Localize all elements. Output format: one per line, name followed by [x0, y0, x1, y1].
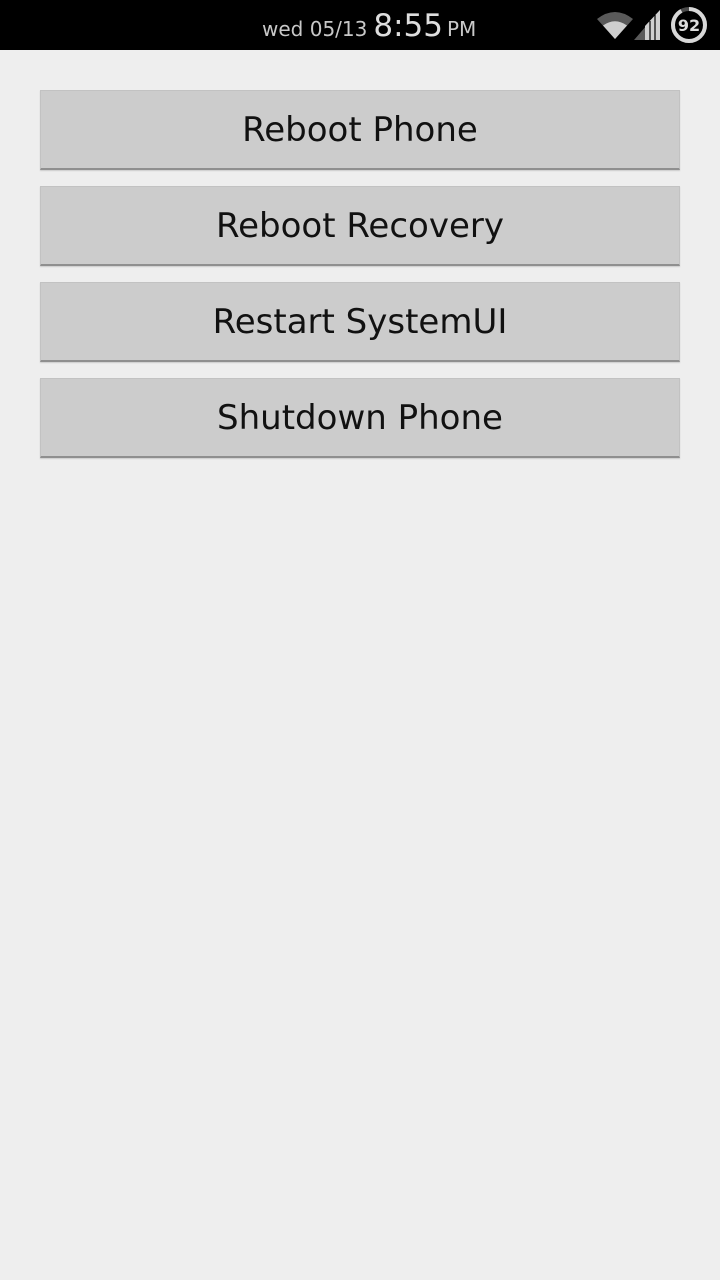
status-bar: wed 05/13 8:55 PM 92: [0, 0, 720, 50]
battery-level-text: 92: [677, 15, 701, 35]
signal-icon: [634, 10, 660, 40]
clock-date: wed 05/13: [262, 17, 368, 41]
shutdown-phone-button[interactable]: Shutdown Phone: [40, 378, 680, 458]
restart-systemui-button[interactable]: Restart SystemUI: [40, 282, 680, 362]
action-list: Reboot Phone Reboot Recovery Restart Sys…: [40, 90, 680, 474]
status-clock: wed 05/13 8:55 PM: [262, 8, 476, 44]
reboot-recovery-button[interactable]: Reboot Recovery: [40, 186, 680, 266]
reboot-phone-button[interactable]: Reboot Phone: [40, 90, 680, 170]
wifi-icon: [597, 12, 633, 39]
clock-time: 8:55: [373, 8, 443, 44]
clock-ampm: PM: [446, 17, 477, 41]
